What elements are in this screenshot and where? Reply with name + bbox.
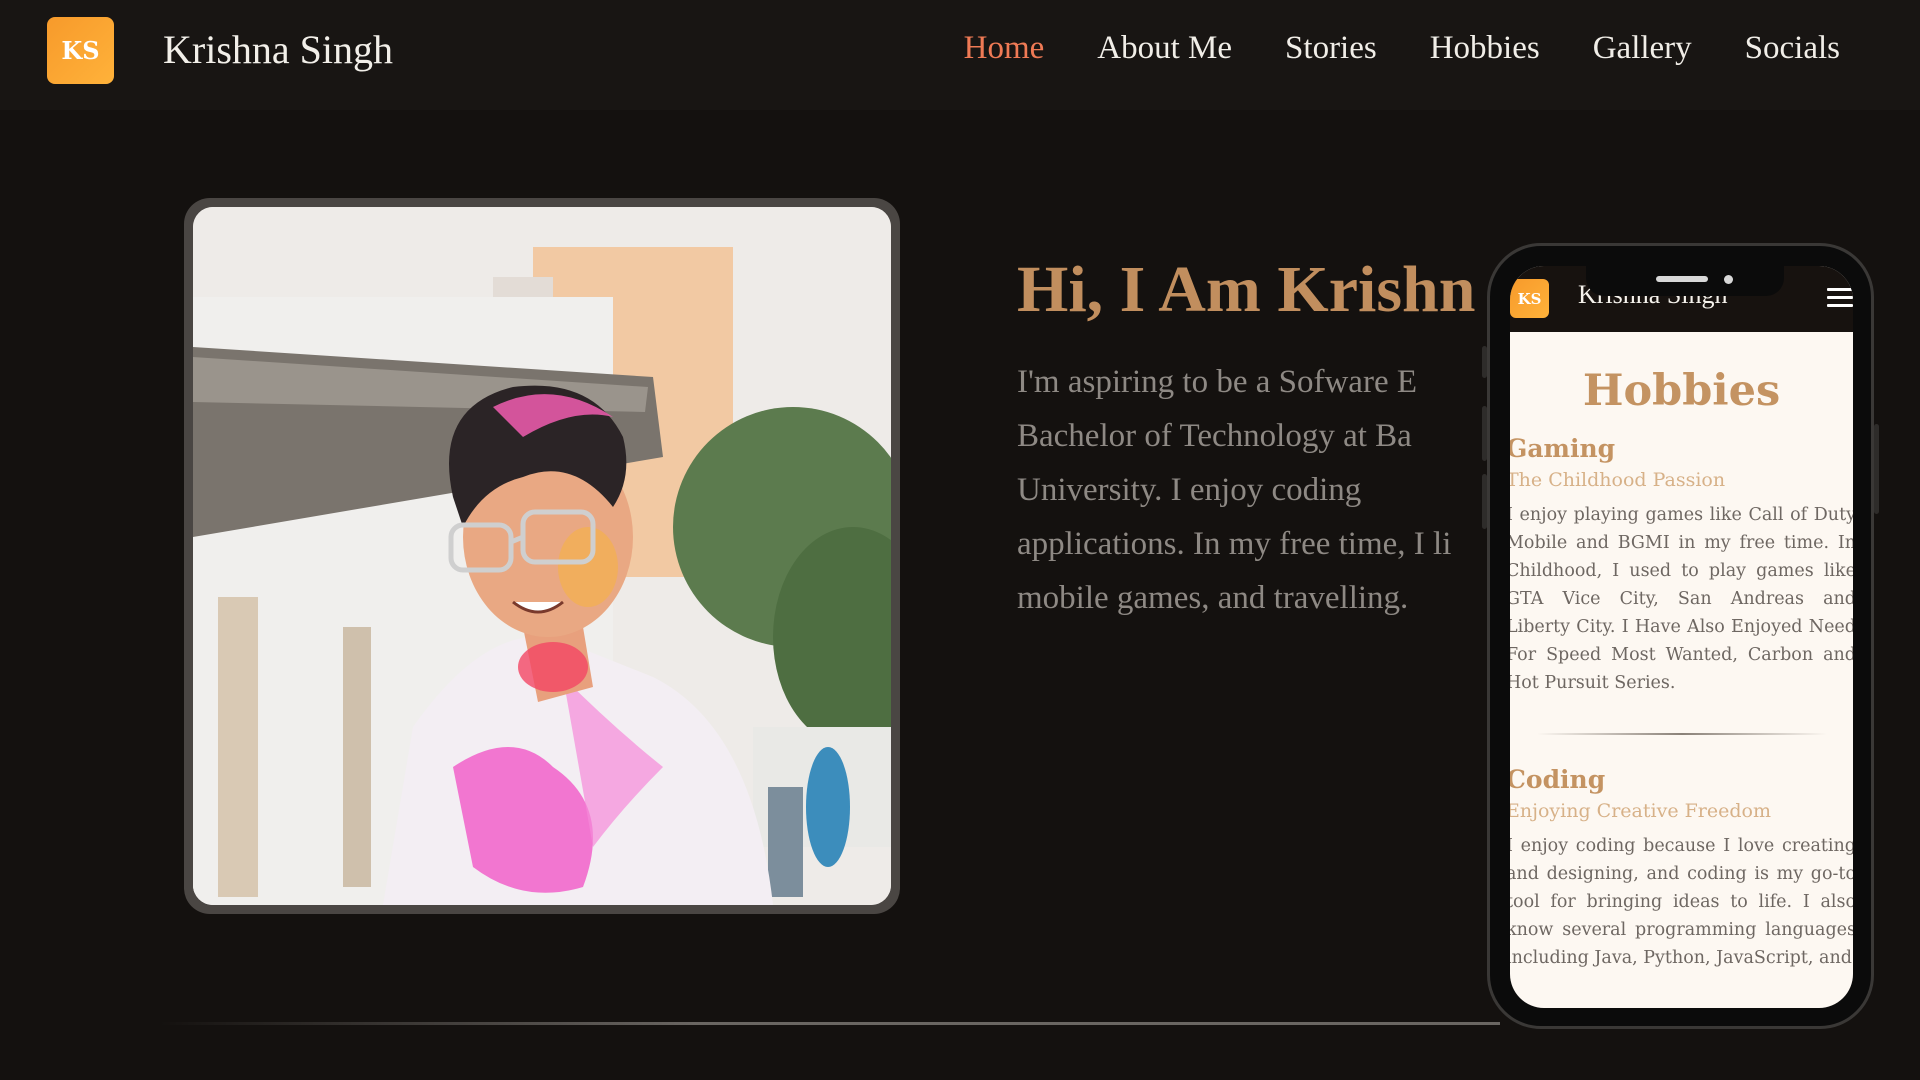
phone-button <box>1874 424 1879 514</box>
navbar: KS Krishna Singh Home About Me Stories H… <box>0 0 1920 110</box>
nav-link-socials[interactable]: Socials <box>1745 30 1840 67</box>
hero-line-4: applications. In my free time, I li <box>1017 526 1452 562</box>
phone-button <box>1482 346 1487 378</box>
phone-mockup: KS Krishna Singh Hobbies Gaming The Chil… <box>1482 243 1879 1029</box>
brand-name[interactable]: Krishna Singh <box>163 26 393 73</box>
profile-photo-illustration <box>193 207 891 905</box>
nav-link-about-me[interactable]: About Me <box>1097 30 1232 67</box>
camera <box>1724 275 1733 284</box>
hobby-title: Gaming <box>1510 434 1616 463</box>
nav-link-stories[interactable]: Stories <box>1285 30 1377 67</box>
profile-photo <box>193 207 891 905</box>
phone-notch <box>1586 266 1784 296</box>
hobby-title: Coding <box>1510 765 1606 794</box>
hobby-separator <box>1536 733 1827 735</box>
speaker <box>1656 276 1708 282</box>
hero-line-2: Bachelor of Technology at Ba <box>1017 418 1412 454</box>
phone-button <box>1482 474 1487 529</box>
hero-title: Hi, I Am Krishn <box>1017 253 1476 326</box>
section-divider <box>160 1022 1500 1025</box>
hobbies-heading: Hobbies <box>1582 366 1781 416</box>
hero-line-5: mobile games, and travelling. <box>1017 580 1409 616</box>
nav-link-gallery[interactable]: Gallery <box>1593 30 1692 67</box>
logo-badge[interactable]: KS <box>47 17 114 84</box>
hero-line-3: University. I enjoy coding <box>1017 472 1362 508</box>
phone-screen: KS Krishna Singh Hobbies Gaming The Chil… <box>1510 266 1853 1008</box>
hamburger-menu-icon[interactable] <box>1827 288 1853 308</box>
phone-hobbies-section: Hobbies Gaming The Childhood Passion I e… <box>1510 332 1853 972</box>
hero-line-1: I'm aspiring to be a Sofware E <box>1017 364 1417 400</box>
hero-intro: I'm aspiring to be a Sofware E Bachelor … <box>1017 355 1507 635</box>
profile-photo-frame <box>184 198 900 914</box>
hobby-description: I enjoy coding because I love creating a… <box>1510 836 1853 968</box>
phone-logo-badge[interactable]: KS <box>1510 279 1549 318</box>
hobby-subtitle: The Childhood Passion <box>1510 469 1726 491</box>
hobby-description: I enjoy playing games like Call of Duty … <box>1510 505 1853 693</box>
nav-link-hobbies[interactable]: Hobbies <box>1430 30 1540 67</box>
phone-button <box>1482 406 1487 461</box>
nav-links: Home About Me Stories Hobbies Gallery So… <box>964 30 1840 67</box>
hobby-subtitle: Enjoying Creative Freedom <box>1510 800 1771 822</box>
nav-link-home[interactable]: Home <box>964 30 1045 67</box>
